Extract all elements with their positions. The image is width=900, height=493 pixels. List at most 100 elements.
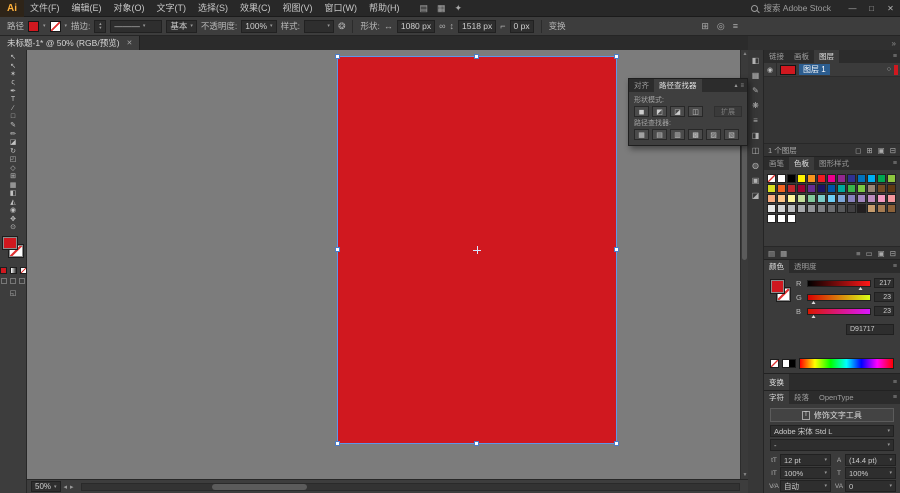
channel-value[interactable]: 217 bbox=[874, 278, 894, 288]
new-color-group-icon[interactable]: ▭ bbox=[866, 249, 873, 258]
control-panel-menu-icon[interactable]: ≡ bbox=[733, 21, 738, 31]
appearance-panel-icon[interactable]: ◍ bbox=[750, 160, 762, 171]
swatch[interactable] bbox=[847, 194, 856, 203]
font-style-select[interactable]: - ▾ bbox=[770, 439, 894, 451]
swatch[interactable] bbox=[857, 184, 866, 193]
zoom-select[interactable]: 50% ▾ bbox=[31, 481, 61, 492]
swatch[interactable] bbox=[827, 214, 836, 223]
gradient-panel-icon[interactable]: ◨ bbox=[750, 130, 762, 141]
selection-handle[interactable] bbox=[614, 441, 619, 446]
link-dimensions-icon[interactable]: ∞ bbox=[439, 21, 445, 31]
vertical-scale-field[interactable]: 100% ▾ bbox=[780, 467, 831, 479]
panel-menu-icon[interactable]: ≡ bbox=[890, 50, 900, 63]
menu-item[interactable]: 窗口(W) bbox=[319, 0, 364, 17]
swatch[interactable] bbox=[827, 194, 836, 203]
scroll-down-icon[interactable]: ▼ bbox=[741, 471, 748, 479]
panel-menu-icon[interactable]: ≡ bbox=[890, 374, 900, 390]
align-objects-icon[interactable]: ⊞ bbox=[701, 21, 709, 32]
font-size-field[interactable]: 12 pt ▾ bbox=[780, 454, 831, 466]
swatch[interactable] bbox=[857, 194, 866, 203]
delete-swatch-icon[interactable]: ⊟ bbox=[890, 249, 896, 258]
swatch[interactable] bbox=[867, 194, 876, 203]
selection-handle[interactable] bbox=[474, 441, 479, 446]
shape-builder-tool[interactable]: ⊞ bbox=[0, 172, 26, 181]
swatch[interactable] bbox=[807, 214, 816, 223]
new-layer-icon[interactable]: ▣ bbox=[878, 146, 885, 155]
swatch[interactable] bbox=[847, 174, 856, 183]
swatches-panel-icon[interactable]: ▦ bbox=[750, 70, 762, 81]
fill-color-control[interactable] bbox=[770, 279, 785, 294]
object-center-point[interactable] bbox=[473, 246, 481, 254]
menu-item[interactable]: 选择(S) bbox=[192, 0, 234, 17]
close-button[interactable]: ✕ bbox=[881, 0, 900, 17]
color-spectrum-bar[interactable] bbox=[799, 358, 894, 369]
selection-tool[interactable]: ↖ bbox=[0, 53, 26, 62]
fill-color-control[interactable] bbox=[1, 235, 18, 250]
recolor-artwork-icon[interactable]: ❂ bbox=[338, 21, 346, 32]
swatch[interactable] bbox=[887, 174, 896, 183]
swatch[interactable] bbox=[887, 204, 896, 213]
stroke-panel-icon[interactable]: ≡ bbox=[750, 115, 762, 126]
leading-field[interactable]: (14.4 pt) ▾ bbox=[845, 454, 896, 466]
slider-thumb[interactable] bbox=[811, 300, 816, 304]
menu-item[interactable]: 视图(V) bbox=[277, 0, 319, 17]
opacity-select[interactable]: 100% ▾ bbox=[241, 19, 277, 33]
swatch[interactable] bbox=[777, 174, 786, 183]
swatch[interactable] bbox=[807, 174, 816, 183]
graphic-styles-panel-icon[interactable]: ▣ bbox=[750, 175, 762, 186]
eraser-tool[interactable]: ◪ bbox=[0, 138, 26, 147]
channel-slider[interactable] bbox=[807, 307, 871, 318]
menu-item[interactable]: 效果(C) bbox=[234, 0, 277, 17]
draw-behind-icon[interactable] bbox=[10, 277, 16, 284]
slider-thumb[interactable] bbox=[858, 286, 863, 290]
selection-handle[interactable] bbox=[335, 247, 340, 252]
swatch[interactable] bbox=[847, 184, 856, 193]
next-artboard-icon[interactable]: ▸ bbox=[70, 483, 74, 491]
delete-layer-icon[interactable]: ⊟ bbox=[890, 146, 896, 155]
intersect-icon[interactable]: ◪ bbox=[670, 106, 685, 117]
artboard-rectangle[interactable] bbox=[335, 54, 619, 446]
tab-swatches[interactable]: 色板 bbox=[789, 157, 814, 170]
font-family-select[interactable]: Adobe 宋体 Std L ▾ bbox=[770, 425, 894, 437]
exclude-icon[interactable]: ◫ bbox=[688, 106, 703, 117]
tab-brushes[interactable]: 画笔 bbox=[764, 157, 789, 170]
none-color-icon[interactable] bbox=[770, 359, 779, 368]
swatch[interactable] bbox=[797, 204, 806, 213]
horizontal-scale-field[interactable]: 100% ▾ bbox=[845, 467, 896, 479]
swatch[interactable] bbox=[867, 184, 876, 193]
shape-width-field[interactable]: 1080 px bbox=[396, 19, 436, 33]
selection-handle[interactable] bbox=[335, 54, 340, 59]
layer-target-icon[interactable]: ○ bbox=[887, 66, 894, 73]
panel-menu-icon[interactable]: ≡ bbox=[740, 83, 744, 89]
swatch[interactable] bbox=[797, 214, 806, 223]
shape-height-field[interactable]: 1518 px bbox=[458, 19, 497, 33]
swatch[interactable] bbox=[837, 204, 846, 213]
none-mode-icon[interactable] bbox=[19, 266, 27, 274]
maximize-button[interactable]: □ bbox=[862, 0, 881, 17]
tab-align[interactable]: 对齐 bbox=[629, 79, 654, 92]
swatch[interactable] bbox=[837, 174, 846, 183]
swatch[interactable] bbox=[817, 184, 826, 193]
swatch[interactable] bbox=[807, 184, 816, 193]
brush-definition-select[interactable]: 基本 ▾ bbox=[166, 19, 197, 33]
new-sublayer-icon[interactable]: ⊞ bbox=[866, 146, 872, 155]
swatch[interactable] bbox=[767, 204, 776, 213]
swatch[interactable] bbox=[857, 174, 866, 183]
merge-icon[interactable]: ▥ bbox=[670, 129, 685, 140]
swatch[interactable] bbox=[787, 184, 796, 193]
menu-item[interactable]: 对象(O) bbox=[108, 0, 151, 17]
tracking-field[interactable]: 0 ▾ bbox=[845, 480, 896, 492]
tab-links[interactable]: 链接 bbox=[764, 50, 789, 63]
swatch[interactable] bbox=[827, 174, 836, 183]
trim-icon[interactable]: ▤ bbox=[652, 129, 667, 140]
tab-opentype[interactable]: OpenType bbox=[814, 391, 859, 404]
swatch[interactable] bbox=[867, 214, 876, 223]
layer-row[interactable]: ◉ 图层 1 ○ bbox=[764, 62, 900, 77]
selection-handle[interactable] bbox=[614, 247, 619, 252]
swatch[interactable] bbox=[857, 204, 866, 213]
crop-icon[interactable]: ▩ bbox=[688, 129, 703, 140]
new-swatch-icon[interactable]: ▣ bbox=[878, 249, 885, 258]
transform-link[interactable]: 变换 bbox=[549, 20, 566, 32]
swatch[interactable] bbox=[777, 204, 786, 213]
eyedropper-tool[interactable]: ◭ bbox=[0, 198, 26, 207]
